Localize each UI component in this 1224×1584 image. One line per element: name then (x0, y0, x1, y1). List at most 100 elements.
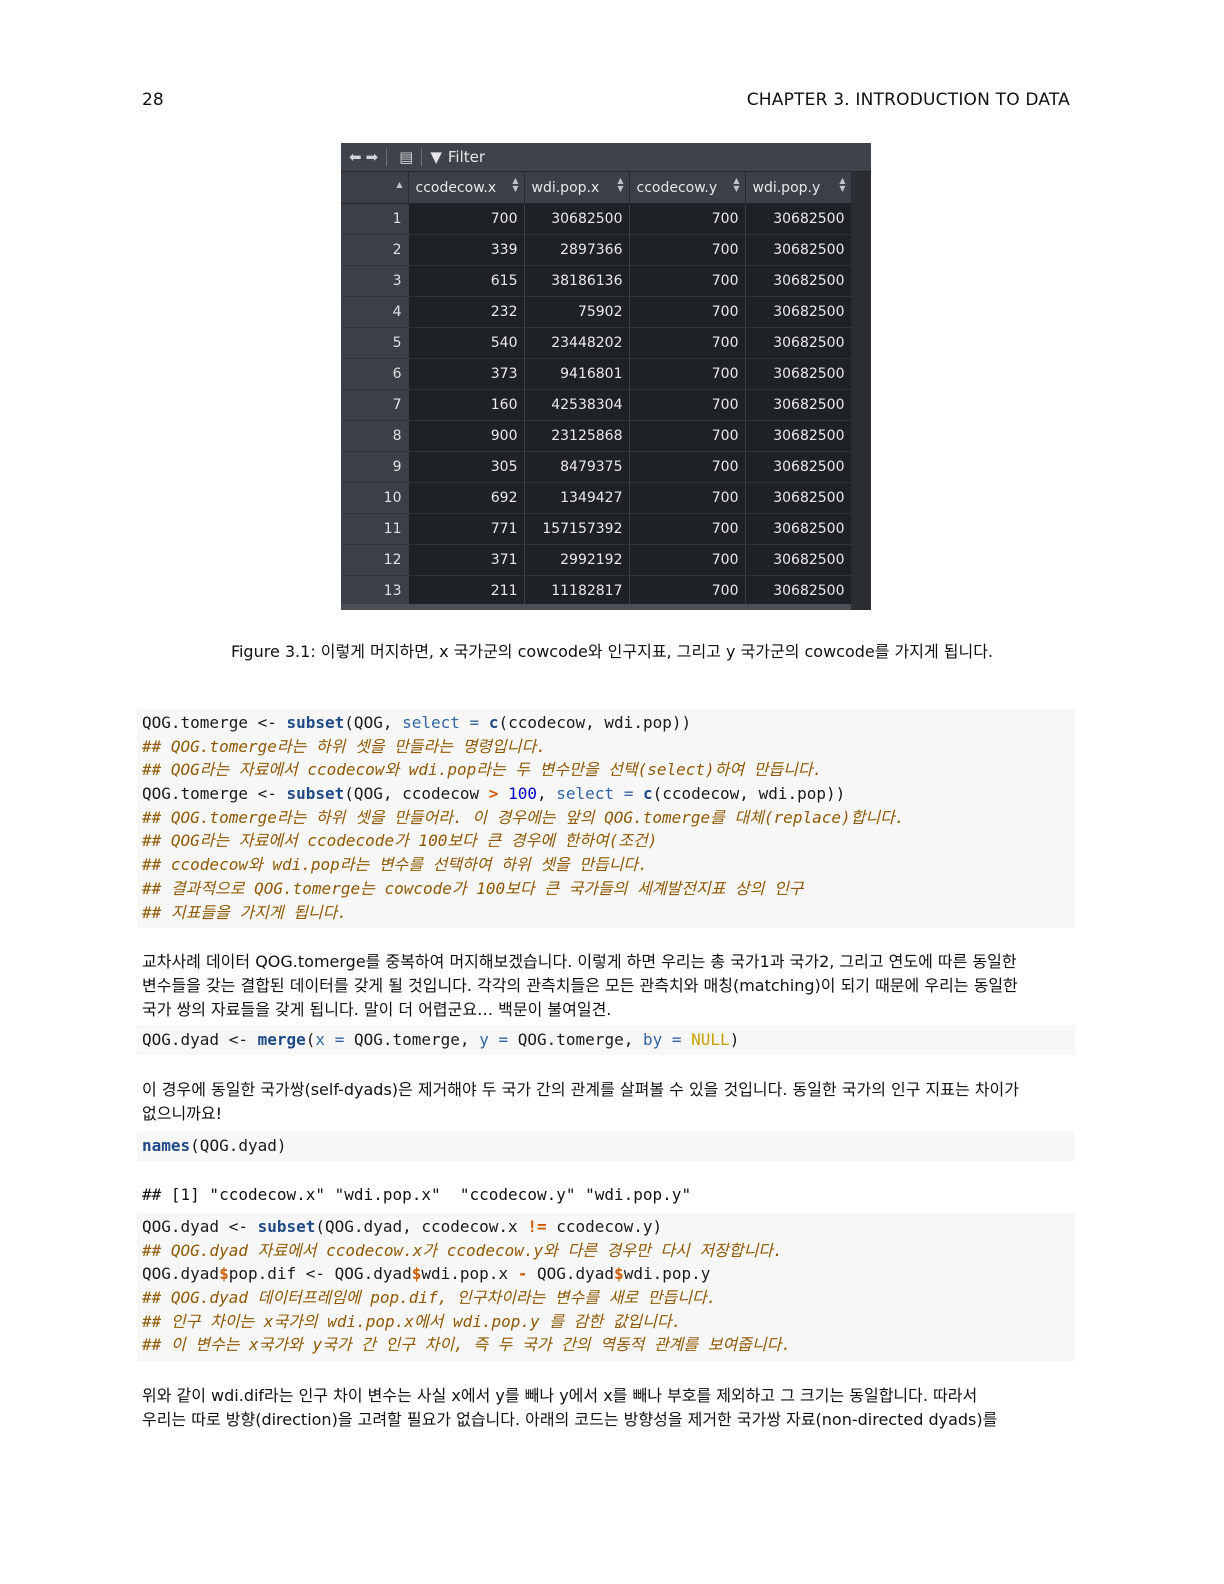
table-cell[interactable]: 900 (408, 420, 525, 452)
row-number[interactable]: 10 (341, 482, 409, 514)
table-cell[interactable]: 30682500 (745, 327, 852, 359)
viewer-toolbar: ⬅ ➡ ▤ ▼ Filter (341, 143, 871, 172)
table-cell[interactable]: 8479375 (524, 451, 630, 483)
table-cell[interactable]: 30682500 (745, 358, 852, 390)
table-cell[interactable]: 232 (408, 296, 525, 328)
column-header[interactable]: wdi.pop.y ▲ ▼ (745, 172, 852, 204)
row-number[interactable]: 9 (341, 451, 409, 483)
table-cell[interactable]: 305 (408, 451, 525, 483)
chapter-title: CHAPTER 3. INTRODUCTION TO DATA (746, 90, 1070, 110)
table-cell[interactable]: 339 (408, 234, 525, 266)
row-number[interactable]: 13 (341, 575, 409, 607)
table-cell[interactable]: 30682500 (745, 389, 852, 421)
table-cell[interactable]: 30682500 (745, 513, 852, 545)
row-number[interactable]: 1 (341, 203, 409, 235)
table-cell[interactable]: 30682500 (745, 265, 852, 297)
code-comment: ## ccodecow와 wdi.pop라는 변수를 선택하여 하위 셋을 만듭… (142, 855, 648, 875)
paragraph: 위와 같이 wdi.dif라는 인구 차이 변수는 사실 x에서 y를 빼나 y… (142, 1384, 1070, 1432)
table-cell[interactable]: 700 (629, 544, 746, 576)
table-cell[interactable]: 700 (629, 327, 746, 359)
table-cell[interactable]: 700 (408, 203, 525, 235)
sort-icon: ▲ ▼ (512, 176, 519, 193)
table-row: 9 305 8479375 700 30682500 (341, 451, 852, 483)
header-row: ▲ ccodecow.x ▲ ▼ wdi.pop.x ▲ ▼ ccodecow.y ▲ ▼ … (341, 172, 852, 204)
table-cell[interactable]: 1349427 (524, 482, 630, 514)
code-block: QOG.dyad <- subset(QOG.dyad, ccodecow.x … (137, 1213, 1075, 1361)
table-cell[interactable]: 700 (629, 451, 746, 483)
table-cell[interactable]: 700 (629, 358, 746, 390)
table-row: 6 373 9416801 700 30682500 (341, 358, 852, 390)
table-cell[interactable]: 30682500 (745, 482, 852, 514)
table-cell[interactable]: 11182817 (524, 575, 630, 607)
code-comment: ## QOG.dyad 자료에서 ccodecow.x가 ccodecow.y와… (142, 1240, 783, 1260)
row-number[interactable]: 8 (341, 420, 409, 452)
table-cell[interactable]: 75902 (524, 296, 630, 328)
table-cell[interactable]: 700 (629, 420, 746, 452)
paragraph: 이 경우에 동일한 국가쌍(self-dyads)은 제거해야 두 국가 간의 … (142, 1078, 1070, 1126)
column-header[interactable]: wdi.pop.x ▲ ▼ (524, 172, 630, 204)
table-cell[interactable]: 700 (629, 203, 746, 235)
table-cell[interactable]: 2897366 (524, 234, 630, 266)
row-number[interactable]: 4 (341, 296, 409, 328)
table-cell[interactable]: 371 (408, 544, 525, 576)
column-header[interactable]: ccodecow.x ▲ ▼ (408, 172, 525, 204)
table-cell[interactable]: 700 (629, 265, 746, 297)
horizontal-scrollbar[interactable] (341, 604, 851, 610)
table-cell[interactable]: 615 (408, 265, 525, 297)
code-line: QOG.dyad <- merge(x = QOG.tomerge, y = Q… (142, 1030, 740, 1049)
row-number[interactable]: 3 (341, 265, 409, 297)
back-arrow-icon[interactable]: ⬅ (349, 148, 362, 166)
table-cell[interactable]: 23125868 (524, 420, 630, 452)
table-cell[interactable]: 700 (629, 575, 746, 607)
table-cell[interactable]: 373 (408, 358, 525, 390)
code-comment: ## 인구 차이는 x국가의 wdi.pop.x에서 wdi.pop.y 를 감… (142, 1311, 682, 1331)
table-cell[interactable]: 30682500 (745, 203, 852, 235)
table-cell[interactable]: 157157392 (524, 513, 630, 545)
filter-button[interactable]: ▼ Filter (430, 148, 485, 166)
table-cell[interactable]: 700 (629, 513, 746, 545)
table-cell[interactable]: 30682500 (524, 203, 630, 235)
code-line: names(QOG.dyad) (142, 1136, 287, 1155)
table-cell[interactable]: 23448202 (524, 327, 630, 359)
table-cell[interactable]: 160 (408, 389, 525, 421)
table-cell[interactable]: 2992192 (524, 544, 630, 576)
rownum-header[interactable]: ▲ (341, 172, 409, 204)
table-row: 10 692 1349427 700 30682500 (341, 482, 852, 514)
sort-icon: ▲ (396, 180, 403, 189)
code-comment: ## 결과적으로 QOG.tomerge는 cowcode가 100보다 큰 국… (142, 878, 804, 898)
table-cell[interactable]: 700 (629, 296, 746, 328)
table-cell[interactable]: 700 (629, 389, 746, 421)
row-number[interactable]: 12 (341, 544, 409, 576)
table-cell[interactable]: 700 (629, 482, 746, 514)
popout-icon[interactable]: ▤ (399, 148, 413, 166)
table-cell[interactable]: 692 (408, 482, 525, 514)
table-cell[interactable]: 38186136 (524, 265, 630, 297)
table-cell[interactable]: 30682500 (745, 451, 852, 483)
table-cell[interactable]: 771 (408, 513, 525, 545)
row-number[interactable]: 7 (341, 389, 409, 421)
table-cell[interactable]: 30682500 (745, 234, 852, 266)
table-cell[interactable]: 9416801 (524, 358, 630, 390)
table-cell[interactable]: 30682500 (745, 544, 852, 576)
text-line: 우리는 따로 방향(direction)을 고려할 필요가 없습니다. 아래의 … (142, 1410, 998, 1429)
table-cell[interactable]: 540 (408, 327, 525, 359)
table-cell[interactable]: 30682500 (745, 575, 852, 607)
table-row: 5 540 23448202 700 30682500 (341, 327, 852, 359)
table-cell[interactable]: 42538304 (524, 389, 630, 421)
code-comment: ## QOG라는 자료에서 ccodecow와 wdi.pop라는 두 변수만을… (142, 760, 823, 780)
text-line: 국가 쌍의 자료들을 갖게 됩니다. 말이 더 어렵군요… 백문이 불여일견. (142, 1000, 612, 1019)
text-line: 이 경우에 동일한 국가쌍(self-dyads)은 제거해야 두 국가 간의 … (142, 1080, 1019, 1099)
column-header[interactable]: ccodecow.y ▲ ▼ (629, 172, 746, 204)
table-cell[interactable]: 211 (408, 575, 525, 607)
row-number[interactable]: 11 (341, 513, 409, 545)
row-number[interactable]: 6 (341, 358, 409, 390)
table-cell[interactable]: 30682500 (745, 420, 852, 452)
row-number[interactable]: 5 (341, 327, 409, 359)
table-cell[interactable]: 700 (629, 234, 746, 266)
vertical-scrollbar[interactable] (851, 172, 871, 610)
row-number[interactable]: 2 (341, 234, 409, 266)
data-viewer: ⬅ ➡ ▤ ▼ Filter ▲ ccodecow.x ▲ ▼ wdi.pop.x ▲… (341, 143, 871, 610)
table-cell[interactable]: 30682500 (745, 296, 852, 328)
sort-icon: ▲ ▼ (839, 176, 846, 193)
forward-arrow-icon[interactable]: ➡ (366, 148, 379, 166)
